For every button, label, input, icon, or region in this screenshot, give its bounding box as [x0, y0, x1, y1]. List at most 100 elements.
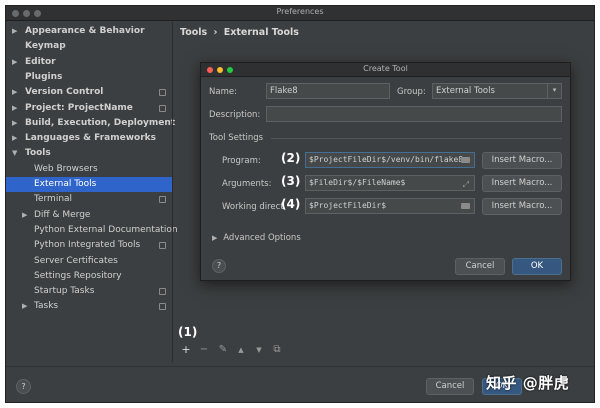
- workdir-insert-macro-button[interactable]: Insert Macro...: [482, 198, 562, 215]
- working-directory-input-value: $ProjectFileDir$: [309, 201, 387, 210]
- sidebar-item[interactable]: Python External Documentation: [6, 223, 178, 238]
- sidebar-divider: [172, 22, 173, 362]
- chevron-down-icon[interactable]: ▼: [12, 146, 17, 161]
- watermark: 知乎 @胖虎: [486, 374, 570, 392]
- folder-icon[interactable]: [461, 203, 470, 209]
- program-label: Program:: [222, 156, 261, 166]
- create-tool-dialog: Create Tool Name: Flake8 Group: External…: [200, 62, 571, 281]
- sidebar-item-label: Diff & Merge: [34, 209, 91, 220]
- sidebar-item-label: Plugins: [25, 71, 63, 82]
- window-titlebar: Preferences: [6, 6, 594, 21]
- window-title: Preferences: [276, 7, 324, 16]
- program-input[interactable]: $ProjectFileDir$/venv/bin/flake8: [305, 152, 475, 168]
- working-directory-input[interactable]: $ProjectFileDir$: [305, 198, 475, 214]
- sidebar-item-label: Python Integrated Tools: [34, 240, 141, 251]
- advanced-options-label: Advanced Options: [223, 233, 301, 243]
- annotation-1: (1): [178, 325, 198, 339]
- cancel-button[interactable]: Cancel: [426, 378, 474, 395]
- add-tool-button[interactable]: +: [180, 344, 192, 356]
- advanced-options-toggle[interactable]: ▶ Advanced Options: [212, 233, 301, 245]
- chevron-right-icon[interactable]: ▶: [12, 116, 17, 131]
- chevron-right-icon[interactable]: ▶: [12, 24, 17, 39]
- description-label: Description:: [209, 110, 261, 120]
- sidebar-item[interactable]: ▶ Tasks: [6, 299, 172, 314]
- sidebar-item[interactable]: Server Certificates: [6, 254, 172, 269]
- sidebar-item[interactable]: Keymap: [6, 39, 172, 54]
- remove-tool-button[interactable]: −: [198, 344, 210, 356]
- sidebar-item-label: Settings Repository: [34, 270, 122, 281]
- folder-icon[interactable]: [461, 157, 470, 163]
- sidebar-item[interactable]: ▶ Version Control: [6, 85, 172, 100]
- sidebar-item-label: Server Certificates: [34, 255, 118, 266]
- sidebar-item[interactable]: Terminal: [6, 192, 172, 207]
- dialog-cancel-button[interactable]: Cancel: [455, 258, 505, 275]
- breadcrumb: Tools › External Tools: [174, 22, 594, 44]
- dialog-titlebar: Create Tool: [201, 63, 570, 77]
- sidebar-item-label: Version Control: [25, 87, 104, 98]
- sidebar-item[interactable]: Web Browsers: [6, 162, 172, 177]
- sidebar-item-label: Build, Execution, Deployment: [25, 117, 176, 128]
- sidebar-item[interactable]: Settings Repository: [6, 269, 172, 284]
- sidebar-item-label: Startup Tasks: [34, 286, 95, 297]
- chevron-right-icon[interactable]: ▶: [12, 85, 17, 100]
- chevron-right-icon[interactable]: ▶: [12, 55, 17, 70]
- move-down-button[interactable]: ▼: [253, 344, 265, 356]
- project-level-icon: [159, 303, 166, 311]
- annotation-2: (2): [281, 151, 301, 165]
- chevron-right-icon: ▶: [212, 234, 218, 242]
- group-select[interactable]: External Tools ▾: [432, 83, 562, 99]
- sidebar-item[interactable]: ▶ Appearance & Behavior: [6, 24, 172, 39]
- help-button[interactable]: ?: [16, 379, 31, 394]
- chevron-right-icon[interactable]: ▶: [22, 299, 27, 314]
- sidebar-item[interactable]: ▶ Editor: [6, 55, 172, 70]
- sidebar-item-label: Languages & Frameworks: [25, 133, 157, 144]
- project-level-icon: [159, 242, 166, 250]
- sidebar-item-label: Appearance & Behavior: [25, 26, 145, 36]
- name-input[interactable]: Flake8: [266, 83, 390, 99]
- sidebar-item-label: Project: ProjectName: [25, 102, 133, 113]
- sidebar-item[interactable]: ▶ Languages & Frameworks: [6, 131, 172, 146]
- sidebar-item[interactable]: Python Integrated Tools: [6, 238, 172, 253]
- name-label: Name:: [209, 87, 237, 97]
- breadcrumb-leaf: External Tools: [223, 27, 299, 38]
- arguments-input[interactable]: $FileDir$/$FileName$ ⤢: [305, 175, 475, 191]
- arguments-insert-macro-button[interactable]: Insert Macro...: [482, 175, 562, 192]
- tool-settings-heading: Tool Settings: [209, 133, 264, 143]
- sidebar-item[interactable]: ▶ Project: ProjectName: [6, 101, 172, 116]
- sidebar-item[interactable]: Startup Tasks: [6, 284, 172, 299]
- program-insert-macro-button[interactable]: Insert Macro...: [482, 152, 562, 169]
- sidebar-item[interactable]: Plugins: [6, 70, 172, 85]
- chevron-down-icon[interactable]: ▾: [547, 84, 561, 98]
- settings-tree: ▶ Appearance & Behavior Keymap ▶ Editor Plugi…: [6, 22, 178, 362]
- copy-tool-button[interactable]: ⧉: [271, 344, 283, 356]
- sidebar-item-label: External Tools: [34, 179, 97, 189]
- sidebar-item[interactable]: External Tools: [6, 177, 172, 192]
- project-level-icon: [159, 196, 166, 204]
- program-input-value: $ProjectFileDir$/venv/bin/flake8: [309, 155, 464, 164]
- expand-icon[interactable]: ⤢: [463, 178, 469, 190]
- sidebar-item-label: Tasks: [34, 301, 59, 312]
- sidebar-item-label: Tools: [25, 148, 51, 159]
- project-level-icon: [159, 288, 166, 296]
- sidebar-item-label: Keymap: [25, 41, 66, 52]
- chevron-right-icon[interactable]: ▶: [22, 208, 27, 223]
- sidebar-item[interactable]: ▼ Tools: [6, 146, 172, 161]
- sidebar-item[interactable]: ▶ Diff & Merge: [6, 208, 172, 223]
- working-directory-label: Working direct: [222, 202, 284, 212]
- breadcrumb-separator: ›: [213, 27, 218, 38]
- chevron-right-icon[interactable]: ▶: [12, 131, 17, 146]
- project-level-icon: [159, 89, 166, 97]
- sidebar-item[interactable]: ▶ Build, Execution, Deployment: [6, 116, 176, 131]
- arguments-label: Arguments:: [222, 179, 272, 189]
- description-input[interactable]: [266, 106, 562, 122]
- sidebar-item-label: Web Browsers: [34, 163, 98, 174]
- sidebar-item-label: Editor: [25, 56, 56, 67]
- dialog-ok-button[interactable]: OK: [512, 258, 562, 275]
- breadcrumb-root[interactable]: Tools: [180, 27, 207, 38]
- chevron-right-icon[interactable]: ▶: [12, 101, 17, 116]
- sidebar-item-label: Terminal: [34, 194, 73, 205]
- project-level-icon: [159, 104, 166, 112]
- edit-tool-button[interactable]: ✎: [217, 344, 229, 356]
- move-up-button[interactable]: ▲: [235, 344, 247, 356]
- dialog-help-button[interactable]: ?: [212, 259, 226, 273]
